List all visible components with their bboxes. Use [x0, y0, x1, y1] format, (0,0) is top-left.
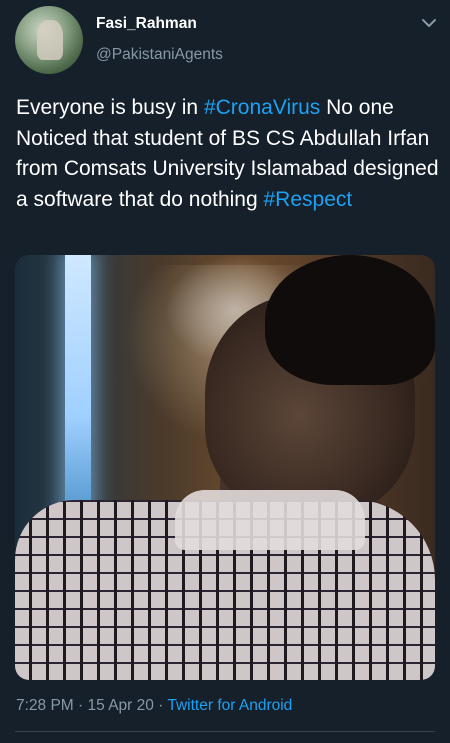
tweet-photo[interactable]	[15, 255, 435, 680]
hashtag-cronavirus[interactable]: #CronaVirus	[204, 96, 320, 119]
avatar[interactable]	[15, 6, 83, 74]
tweet-text: Everyone is busy in #CronaVirus No one N…	[16, 93, 441, 215]
tweet-text-segment: Everyone is busy in	[16, 96, 204, 119]
chevron-down-icon[interactable]	[420, 16, 438, 30]
photo-light-tube	[65, 255, 91, 525]
tweet-text-segment: No one	[320, 96, 394, 119]
display-name[interactable]: Fasi_Rahman	[96, 15, 197, 33]
tweet-text-segment: Noticed that student of BS CS Abdullah I…	[16, 126, 439, 211]
photo-shirt-collar	[175, 490, 365, 550]
tweet: Fasi_Rahman @PakistaniAgents Everyone is…	[0, 0, 450, 743]
tweet-date[interactable]: 15 Apr 20	[88, 697, 154, 714]
photo-hair	[265, 255, 435, 385]
user-handle[interactable]: @PakistaniAgents	[96, 46, 223, 64]
tweet-source[interactable]: Twitter for Android	[167, 697, 292, 714]
tweet-time[interactable]: 7:28 PM	[16, 697, 74, 714]
divider	[15, 731, 435, 732]
avatar-figure	[37, 20, 63, 60]
hashtag-respect[interactable]: #Respect	[264, 188, 353, 211]
tweet-meta: 7:28 PM · 15 Apr 20 · Twitter for Androi…	[16, 697, 292, 715]
meta-separator: ·	[153, 697, 168, 714]
meta-separator: ·	[73, 697, 88, 714]
